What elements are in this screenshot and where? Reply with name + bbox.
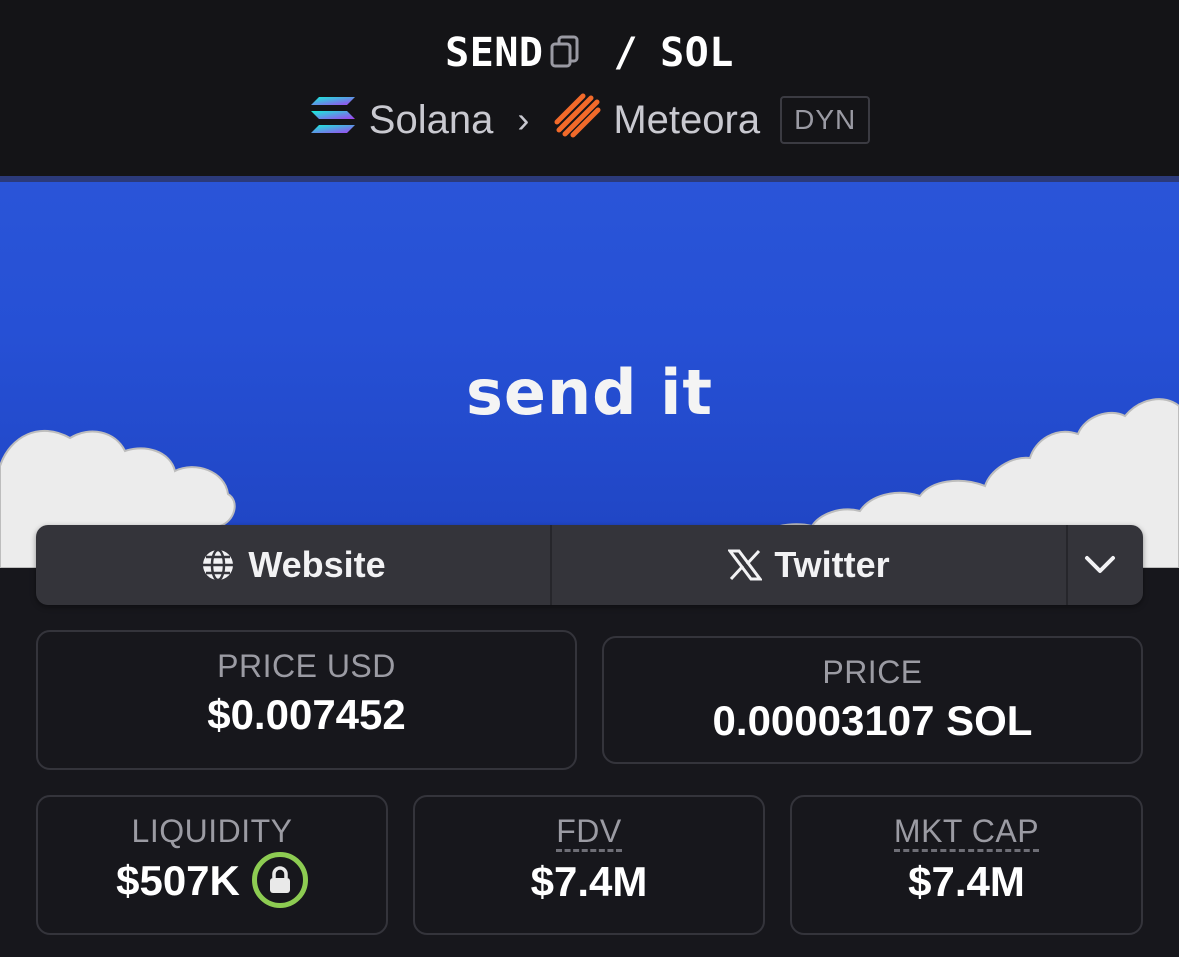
liquidity-label: LIQUIDITY: [131, 813, 293, 849]
liquidity-card: LIQUIDITY $507K: [36, 795, 388, 935]
meteora-logo-icon: [553, 92, 601, 148]
website-label: Website: [248, 544, 386, 585]
price-usd-value: $0.007452: [207, 691, 406, 738]
pair-separator: /: [613, 30, 639, 76]
fdv-value: $7.4M: [530, 858, 648, 905]
liquidity-value: $507K: [116, 857, 240, 905]
pool-type-badge: DYN: [780, 96, 871, 144]
chevron-down-icon: [1084, 556, 1115, 573]
chain-name[interactable]: Solana: [369, 98, 494, 143]
price-native-card: PRICE 0.00003107 SOL: [602, 636, 1143, 764]
social-links-bar: Website Twitter: [36, 525, 1143, 605]
fdv-card[interactable]: FDV $7.4M: [413, 795, 765, 935]
solana-logo-icon: [309, 95, 357, 145]
twitter-button[interactable]: Twitter: [552, 525, 1068, 605]
price-usd-card: PRICE USD $0.007452: [36, 630, 577, 770]
price-usd-label: PRICE USD: [217, 648, 396, 684]
website-button[interactable]: Website: [36, 525, 552, 605]
lock-icon[interactable]: [251, 852, 308, 908]
copy-icon[interactable]: [549, 35, 581, 71]
dex-name[interactable]: Meteora: [613, 98, 760, 143]
twitter-label: Twitter: [774, 544, 890, 585]
token-banner: send it: [0, 176, 1179, 568]
pair-header: SEND / SOL Solana › Meteora DYN: [0, 0, 1179, 176]
pair-title: SEND / SOL: [0, 28, 1179, 76]
chain-breadcrumb: Solana › Meteora DYN: [0, 92, 1179, 148]
more-links-dropdown[interactable]: [1068, 525, 1143, 605]
chevron-right-icon: ›: [517, 99, 530, 140]
x-logo-icon: [728, 549, 763, 581]
base-token: SEND: [445, 30, 544, 76]
market-cap-value: $7.4M: [908, 858, 1025, 905]
liquidity-value-row: $507K: [38, 852, 386, 912]
market-cap-card[interactable]: MKT CAP $7.4M: [790, 795, 1143, 935]
quote-token: SOL: [660, 30, 734, 76]
banner-text: send it: [466, 356, 713, 429]
globe-icon: [203, 548, 234, 582]
price-native-label: PRICE: [822, 654, 923, 690]
price-native-value: 0.00003107 SOL: [712, 697, 1033, 744]
fdv-label: FDV: [556, 815, 622, 852]
market-cap-label: MKT CAP: [893, 815, 1040, 852]
